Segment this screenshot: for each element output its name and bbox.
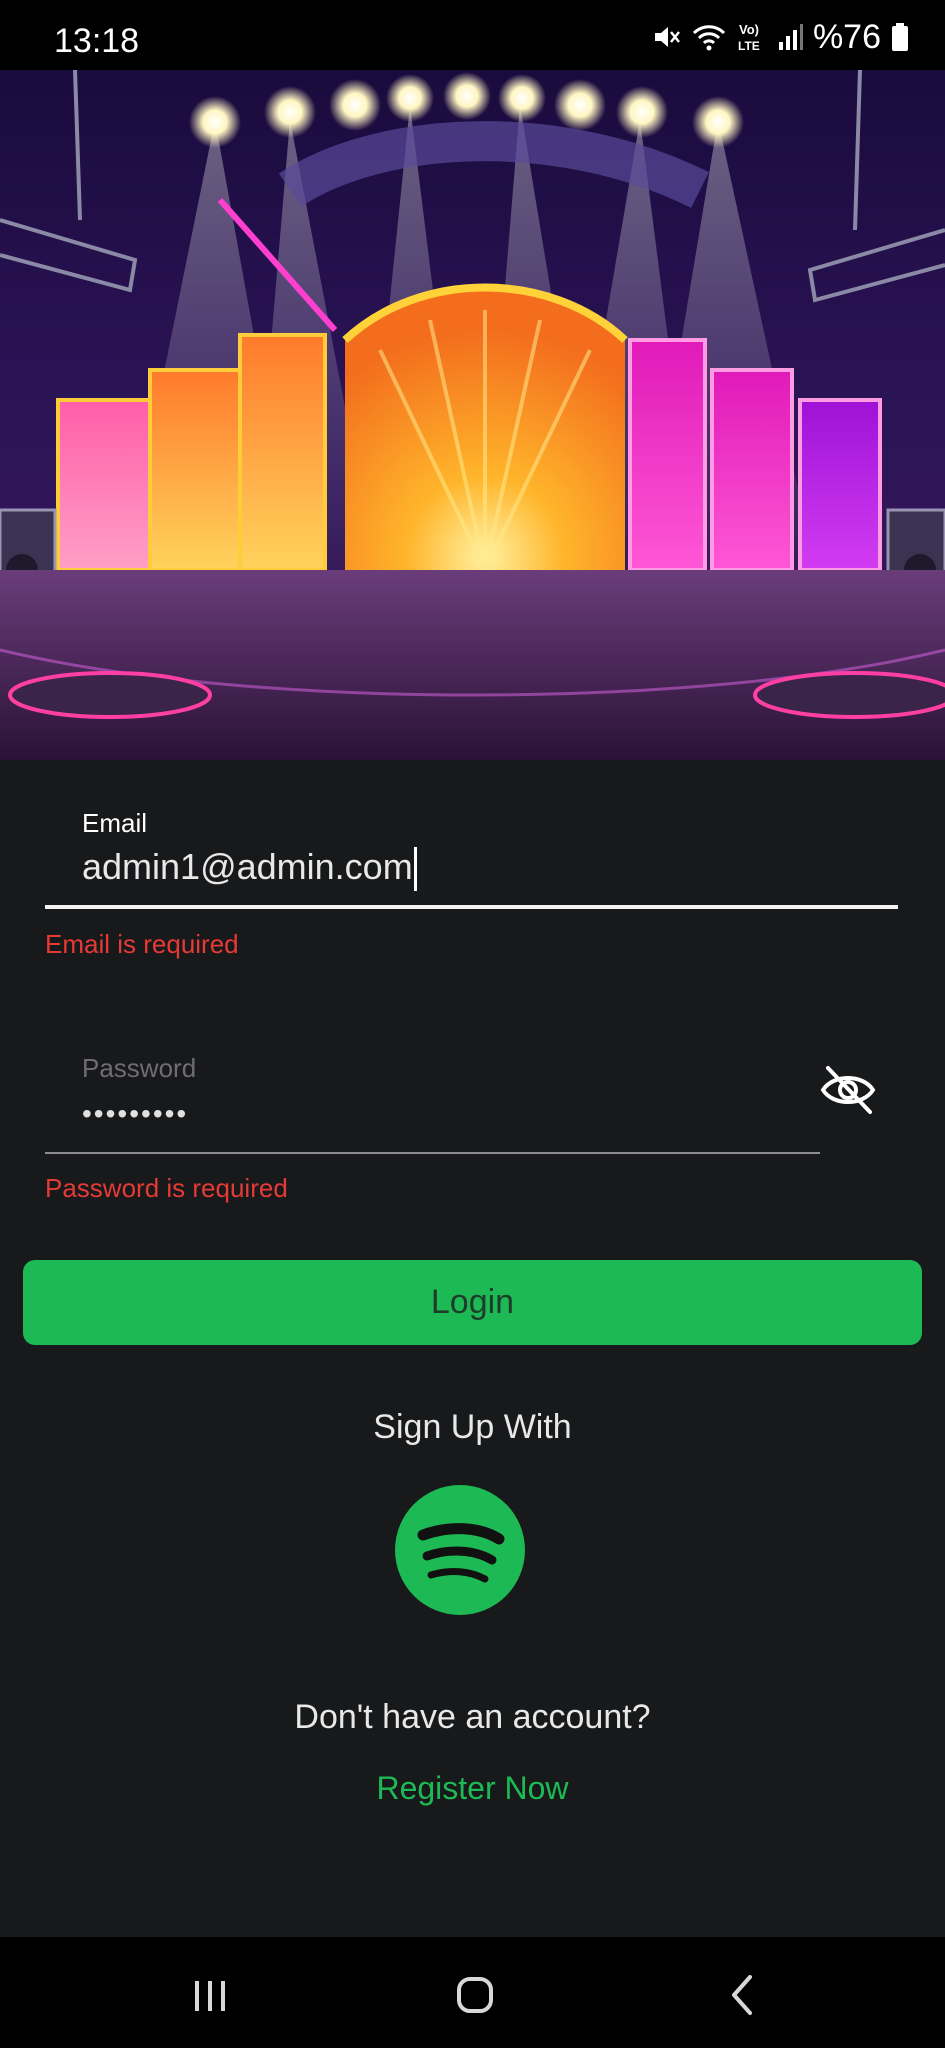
password-underline <box>45 1152 820 1154</box>
text-cursor <box>413 847 417 892</box>
password-label: Password <box>82 1053 197 1083</box>
home-button[interactable] <box>445 1965 505 2025</box>
battery-icon <box>892 23 908 51</box>
spotify-signup-button[interactable] <box>395 1485 525 1615</box>
signal-icon <box>778 24 803 50</box>
volte-icon: Vo) LTE <box>738 22 760 53</box>
email-field-value: admin1@admin.com <box>82 846 413 887</box>
home-icon <box>457 1977 493 2013</box>
svg-text:Vo): Vo) <box>739 22 759 37</box>
login-button[interactable]: Login <box>23 1260 922 1345</box>
password-error: Password is required <box>45 1173 288 1203</box>
recents-button[interactable] <box>180 1965 240 2025</box>
hero-image <box>0 70 945 760</box>
wifi-icon <box>692 25 726 51</box>
mute-icon <box>654 27 680 47</box>
battery-percentage: %76 <box>812 17 881 56</box>
status-icons: Vo) LTE %76 <box>651 18 909 56</box>
email-underline <box>45 905 898 909</box>
back-icon <box>732 1975 752 2015</box>
recents-icon <box>195 1981 225 2011</box>
system-nav-bar <box>0 1937 945 2048</box>
register-now-link[interactable]: Register Now <box>0 1770 945 1807</box>
status-time: 13:18 <box>54 22 140 60</box>
email-label: Email <box>82 808 148 838</box>
svg-text:LTE: LTE <box>738 39 760 53</box>
email-field[interactable]: admin1@admin.com <box>82 846 417 892</box>
concert-stage-illustration <box>0 70 945 760</box>
eye-off-icon <box>820 1066 876 1114</box>
email-error: Email is required <box>45 929 239 959</box>
spotify-icon <box>395 1485 525 1615</box>
password-field[interactable]: ••••••••• <box>82 1098 188 1130</box>
sign-up-with-label: Sign Up With <box>373 1408 572 1446</box>
status-bar: 13:18 Vo) LTE %76 <box>0 0 945 70</box>
password-visibility-toggle[interactable] <box>818 1060 878 1120</box>
no-account-text: Don't have an account? <box>294 1698 651 1736</box>
back-button[interactable] <box>712 1965 772 2025</box>
